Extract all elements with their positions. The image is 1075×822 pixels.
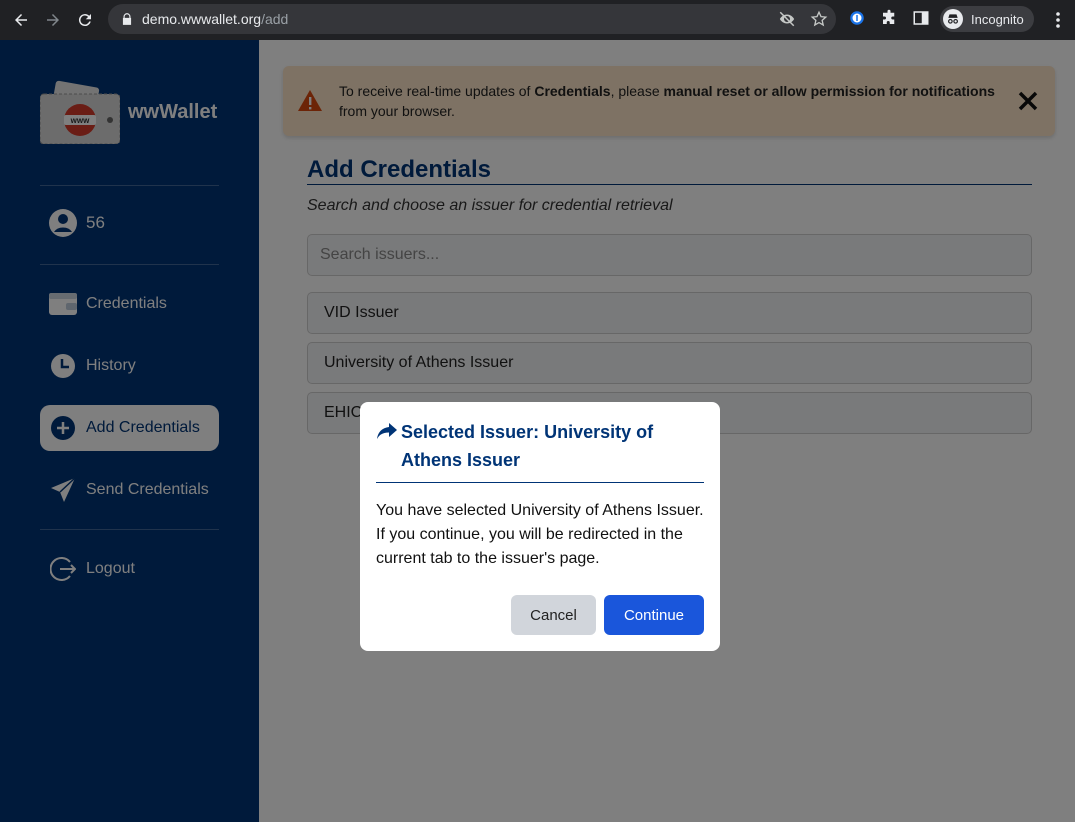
share-arrow-icon (377, 423, 397, 439)
star-icon[interactable] (810, 10, 828, 28)
side-panel-icon[interactable] (912, 9, 930, 27)
issuer-confirmation-dialog: Selected Issuer: University of Athens Is… (360, 402, 720, 651)
url-host: demo.wwwallet.org (142, 11, 262, 27)
menu-kebab-icon[interactable] (1052, 10, 1064, 30)
url-path: /add (261, 11, 289, 27)
dialog-divider (376, 482, 704, 483)
continue-button[interactable]: Continue (604, 595, 704, 635)
forward-button[interactable] (42, 9, 64, 31)
puzzle-icon[interactable] (880, 9, 898, 27)
incognito-icon (943, 9, 963, 29)
dialog-message: You have selected University of Athens I… (376, 502, 704, 567)
dialog-title: Selected Issuer: University of Athens Is… (376, 418, 704, 474)
dialog-title-text: Selected Issuer: University of Athens Is… (401, 422, 654, 470)
reload-icon (78, 14, 91, 27)
arrow-left-icon (15, 14, 27, 26)
cancel-button[interactable]: Cancel (511, 595, 596, 635)
incognito-label: Incognito (971, 11, 1024, 27)
reload-button[interactable] (74, 9, 96, 31)
incognito-profile-chip[interactable]: Incognito (940, 6, 1034, 32)
eye-off-icon[interactable] (778, 10, 796, 28)
arrow-right-icon (47, 14, 59, 26)
lock-icon (122, 13, 132, 25)
back-button[interactable] (10, 9, 32, 31)
browser-toolbar: demo.wwwallet.org/add Incognito (0, 0, 1075, 40)
password-manager-icon[interactable] (848, 9, 866, 27)
address-bar[interactable]: demo.wwwallet.org/add (108, 4, 836, 34)
